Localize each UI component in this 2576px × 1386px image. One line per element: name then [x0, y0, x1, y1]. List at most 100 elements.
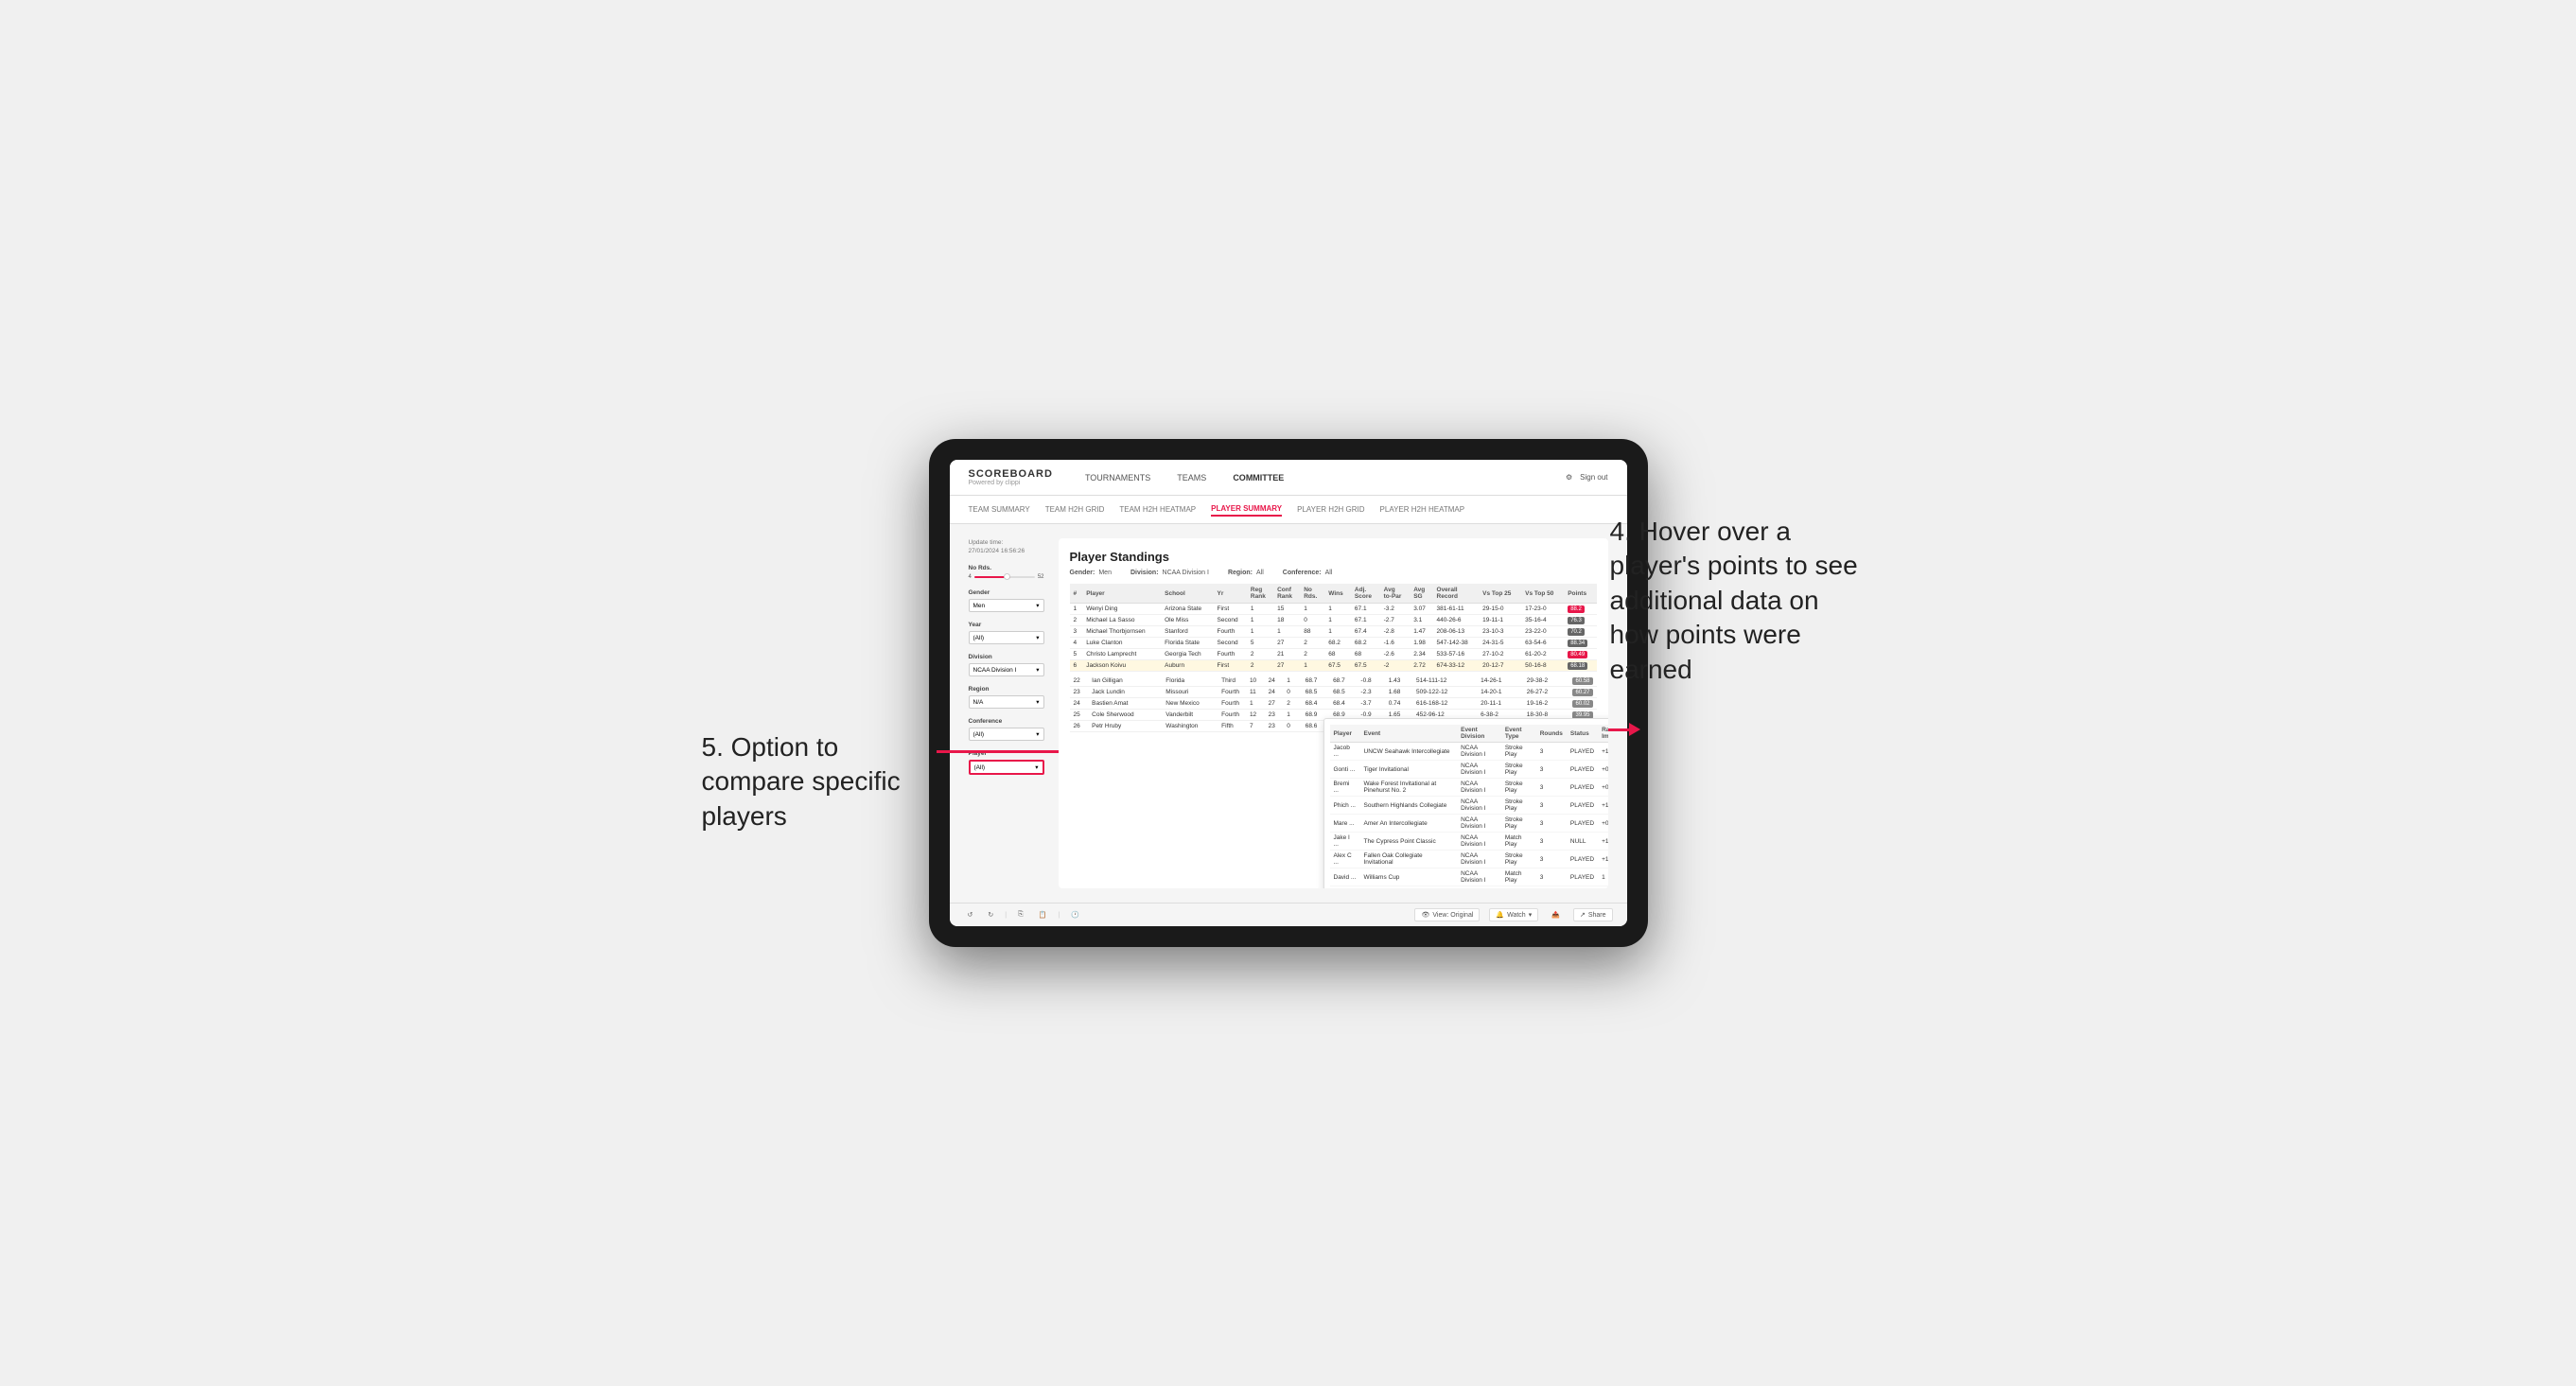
sub-nav-player-h2h-heatmap[interactable]: PLAYER H2H HEATMAP	[1380, 503, 1465, 516]
cell-wins: 68.7	[1302, 675, 1329, 687]
tt-col-rank: RankImpact	[1598, 725, 1607, 743]
cell-points[interactable]: 70.2	[1564, 626, 1596, 638]
cell-vs50: 19-16-2	[1523, 698, 1569, 710]
table-row[interactable]: 5 Christo Lamprecht Georgia Tech Fourth …	[1070, 649, 1597, 660]
nav-teams[interactable]: TEAMS	[1173, 473, 1210, 482]
table-row[interactable]: 23 Jack Lundin Missouri Fourth 11 24 0 6…	[1070, 687, 1597, 698]
sub-nav: TEAM SUMMARY TEAM H2H GRID TEAM H2H HEAT…	[950, 496, 1627, 524]
cell-vs25: 27-10-2	[1479, 649, 1521, 660]
cell-points[interactable]: 68.18	[1564, 660, 1596, 672]
cell-points[interactable]: 80.49	[1564, 649, 1596, 660]
tt-cell-type: Match Play	[1501, 886, 1536, 889]
table-row[interactable]: 6 Jackson Koivu Auburn First 2 27 1 67.5…	[1070, 660, 1597, 672]
slider-thumb[interactable]	[1004, 573, 1010, 580]
no-rds-slider[interactable]: 4 52	[969, 574, 1044, 580]
cell-avg-sg: 0.74	[1385, 698, 1412, 710]
cell-school: Washington	[1162, 721, 1218, 732]
gender-chevron: ▾	[1036, 602, 1039, 609]
cell-adj-score: 68	[1351, 649, 1380, 660]
sign-out-link[interactable]: Sign out	[1580, 473, 1607, 482]
table-row[interactable]: 3 Michael Thorbjornsen Stanford Fourth 1…	[1070, 626, 1597, 638]
conference-value: (All)	[973, 731, 985, 738]
cell-school: Arizona State	[1161, 604, 1213, 615]
cell-adj-score: 67.1	[1351, 615, 1380, 626]
slider-track[interactable]	[974, 576, 1035, 578]
sub-nav-team-h2h-heatmap[interactable]: TEAM H2H HEATMAP	[1119, 503, 1196, 516]
slider-max: 52	[1038, 574, 1044, 580]
col-overall: OverallRecord	[1433, 584, 1480, 604]
player-control[interactable]: (All) ▾	[969, 760, 1044, 775]
cell-points[interactable]: 76.3	[1564, 615, 1596, 626]
sub-nav-team-summary[interactable]: TEAM SUMMARY	[969, 503, 1030, 516]
nav-tournaments[interactable]: TOURNAMENTS	[1081, 473, 1154, 482]
cell-rank: 24	[1070, 698, 1089, 710]
toolbar-copy[interactable]: ⎘	[1014, 909, 1027, 921]
cell-vs25: 29-15-0	[1479, 604, 1521, 615]
toolbar-export[interactable]: 📤	[1548, 909, 1564, 921]
toolbar-undo[interactable]: ↺	[964, 909, 977, 921]
table-row[interactable]: 4 Luke Clanton Florida State Second 5 27…	[1070, 638, 1597, 649]
toolbar-paste[interactable]: 📋	[1035, 909, 1051, 921]
view-original-btn[interactable]: 👁 View: Original	[1414, 908, 1480, 921]
brand-name: SCOREBOARD	[969, 468, 1053, 480]
division-label: Division	[969, 654, 1044, 660]
sub-nav-player-h2h-grid[interactable]: PLAYER H2H GRID	[1297, 503, 1364, 516]
tt-cell-event: Williams Cup	[1360, 868, 1458, 886]
cell-avg-sg: 1.98	[1410, 638, 1432, 649]
table-row[interactable]: 24 Bastien Amat New Mexico Fourth 1 27 2…	[1070, 698, 1597, 710]
share-btn[interactable]: ↗ Share	[1573, 908, 1613, 921]
tt-cell-player: Alex C ...	[1330, 851, 1360, 868]
year-control[interactable]: (All) ▾	[969, 631, 1044, 644]
cell-avg-sg: 1.47	[1410, 626, 1432, 638]
cell-rank: 6	[1070, 660, 1083, 672]
cell-overall: 381-61-11	[1433, 604, 1480, 615]
cell-points[interactable]: 60.27	[1568, 687, 1596, 698]
tt-cell-division: NCAA Division I	[1457, 815, 1501, 833]
nav-committee[interactable]: COMMITTEE	[1229, 473, 1288, 482]
cell-yr: Fourth	[1218, 687, 1246, 698]
cell-vs50: 63-54-6	[1521, 638, 1564, 649]
cell-no-rds: 0	[1283, 721, 1301, 732]
gender-control[interactable]: Men ▾	[969, 599, 1044, 612]
cell-rank: 5	[1070, 649, 1083, 660]
table-row[interactable]: 2 Michael La Sasso Ole Miss Second 1 18 …	[1070, 615, 1597, 626]
sub-nav-team-h2h-grid[interactable]: TEAM H2H GRID	[1045, 503, 1105, 516]
sub-nav-player-summary[interactable]: PLAYER SUMMARY	[1211, 502, 1282, 517]
toolbar-redo[interactable]: ↻	[984, 909, 997, 921]
cell-no-rds: 1	[1300, 660, 1324, 672]
cell-wins: 67.5	[1324, 660, 1351, 672]
cell-school: Vanderbilt	[1162, 710, 1218, 721]
cell-avg-par: -2.8	[1380, 626, 1411, 638]
cell-school: Ole Miss	[1161, 615, 1213, 626]
tt-cell-player: Mare ...	[1330, 815, 1360, 833]
table-row[interactable]: 1 Wenyi Ding Arizona State First 1 15 1 …	[1070, 604, 1597, 615]
tt-cell-rounds: 3	[1536, 761, 1567, 779]
cell-avg-par: -2	[1380, 660, 1411, 672]
division-control[interactable]: NCAA Division I ▾	[969, 663, 1044, 676]
cell-points[interactable]: 60.58	[1568, 675, 1596, 687]
cell-points[interactable]: 88.34	[1564, 638, 1596, 649]
watch-btn[interactable]: 🔔 Watch ▾	[1489, 908, 1538, 921]
tt-cell-player: Gonti ...	[1330, 761, 1360, 779]
cell-reg-rank: 2	[1247, 660, 1273, 672]
tooltip-row: David ... Williams Cup NCAA Division I M…	[1330, 868, 1608, 886]
main-content: Update time: 27/01/2024 16:56:26 No Rds.…	[950, 524, 1627, 903]
toolbar-clock[interactable]: 🕐	[1067, 909, 1083, 921]
cell-wins: 68	[1324, 649, 1351, 660]
toolbar-sep1: |	[1005, 912, 1007, 919]
tt-cell-status: PLAYED	[1567, 761, 1598, 779]
cell-points[interactable]: 88.2	[1564, 604, 1596, 615]
year-section: Year (All) ▾	[969, 622, 1044, 644]
tt-col-status: Status	[1567, 725, 1598, 743]
cell-points[interactable]: 60.02	[1568, 698, 1596, 710]
col-avg-par: Avgto-Par	[1380, 584, 1411, 604]
table-row[interactable]: 22 Ian Gilligan Florida Third 10 24 1 68…	[1070, 675, 1597, 687]
conference-control[interactable]: (All) ▾	[969, 728, 1044, 741]
tooltip-row: Phich ... Southern Highlands Collegiate …	[1330, 797, 1608, 815]
col-yr: Yr	[1214, 584, 1247, 604]
cell-vs50: 29-38-2	[1523, 675, 1569, 687]
cell-vs25: 14-20-1	[1477, 687, 1523, 698]
cell-wins: 68.2	[1324, 638, 1351, 649]
region-control[interactable]: N/A ▾	[969, 695, 1044, 709]
watch-label: Watch	[1507, 912, 1526, 919]
